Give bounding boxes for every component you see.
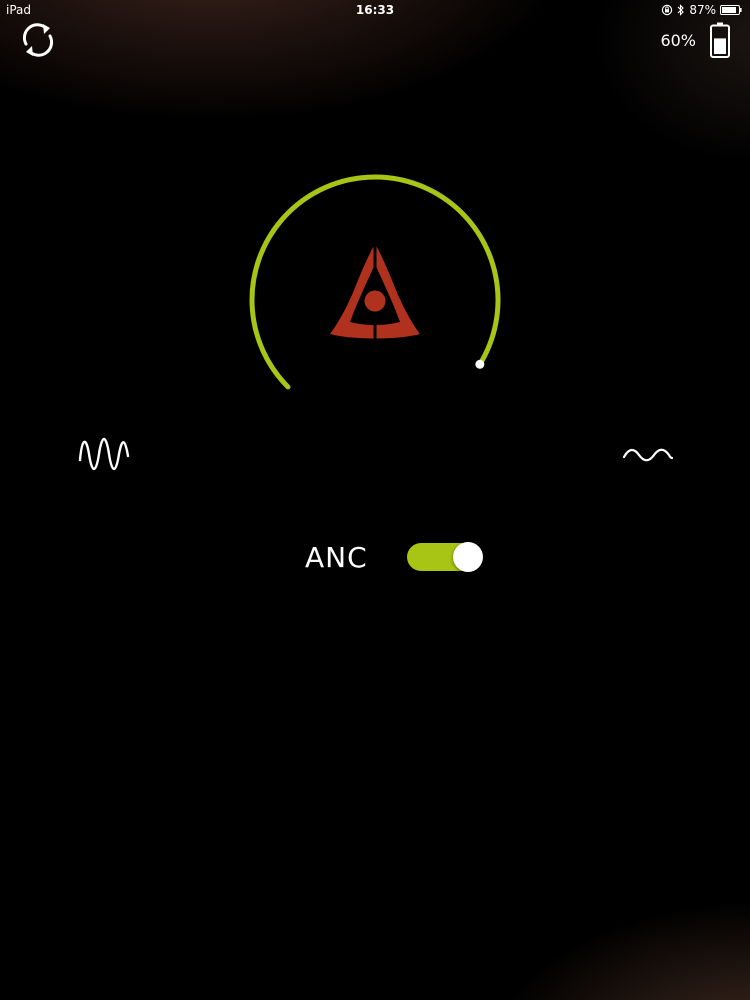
headset-battery-icon xyxy=(710,22,730,58)
soft-wave-icon xyxy=(622,448,674,462)
strong-wave-button[interactable] xyxy=(76,430,132,478)
bluetooth-icon xyxy=(677,4,685,16)
orientation-lock-icon xyxy=(662,4,673,16)
sync-icon xyxy=(22,23,54,57)
headset-battery: 60% xyxy=(660,22,730,58)
soft-wave-button[interactable] xyxy=(620,440,676,470)
status-bar: iPad 16:33 87% xyxy=(0,0,750,20)
anc-row: ANC xyxy=(305,535,483,579)
status-right: 87% xyxy=(661,3,742,17)
battery-icon xyxy=(720,5,742,15)
anc-toggle-knob[interactable] xyxy=(453,542,483,572)
brand-logo-icon xyxy=(322,238,428,344)
sync-button[interactable] xyxy=(16,18,60,62)
anc-label: ANC xyxy=(305,540,368,574)
strong-wave-icon xyxy=(78,437,130,471)
dial-handle[interactable] xyxy=(475,359,485,369)
headset-battery-percent: 60% xyxy=(660,30,696,50)
anc-toggle[interactable] xyxy=(407,542,483,572)
status-battery-percent: 87% xyxy=(689,3,716,17)
status-time: 16:33 xyxy=(355,3,395,17)
